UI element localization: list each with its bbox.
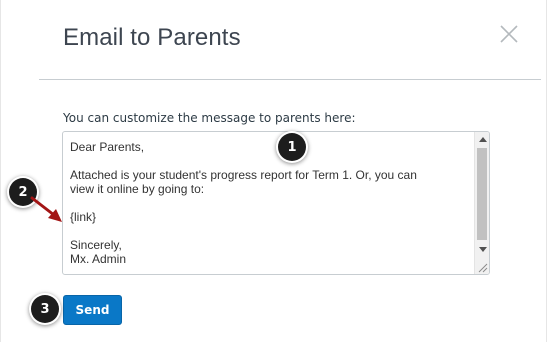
scroll-thumb[interactable] [477,148,487,240]
message-line: Sincerely, [70,238,122,252]
close-button[interactable] [497,22,521,46]
callout-badge: 3 [31,295,59,323]
message-line: view it online by going to: [70,182,205,196]
close-icon[interactable] [497,22,521,46]
resize-grip-icon[interactable] [477,262,488,273]
dialog-title: Email to Parents [63,24,241,51]
callout-badge: 1 [278,133,306,161]
message-prompt-label: You can customize the message to parents… [63,111,356,125]
scroll-down-arrow-icon [478,246,487,252]
scroll-up-button[interactable] [475,132,489,146]
header-divider [39,79,541,80]
message-textarea[interactable]: Dear Parents, Attached is your student's… [62,131,490,275]
message-text[interactable]: Dear Parents, Attached is your student's… [70,140,470,266]
message-line: Mx. Admin [70,252,127,266]
message-line: Attached is your student's progress repo… [70,168,417,182]
send-button[interactable]: Send [63,295,122,325]
textarea-scrollbar[interactable] [474,132,489,274]
callout-arrow-icon [30,196,62,222]
message-line: Dear Parents, [70,140,145,154]
scroll-up-arrow-icon [478,136,487,142]
email-dialog: Email to Parents You can customize the m… [0,0,547,342]
message-line-link: {link} [70,210,97,224]
scroll-down-button[interactable] [475,242,489,256]
